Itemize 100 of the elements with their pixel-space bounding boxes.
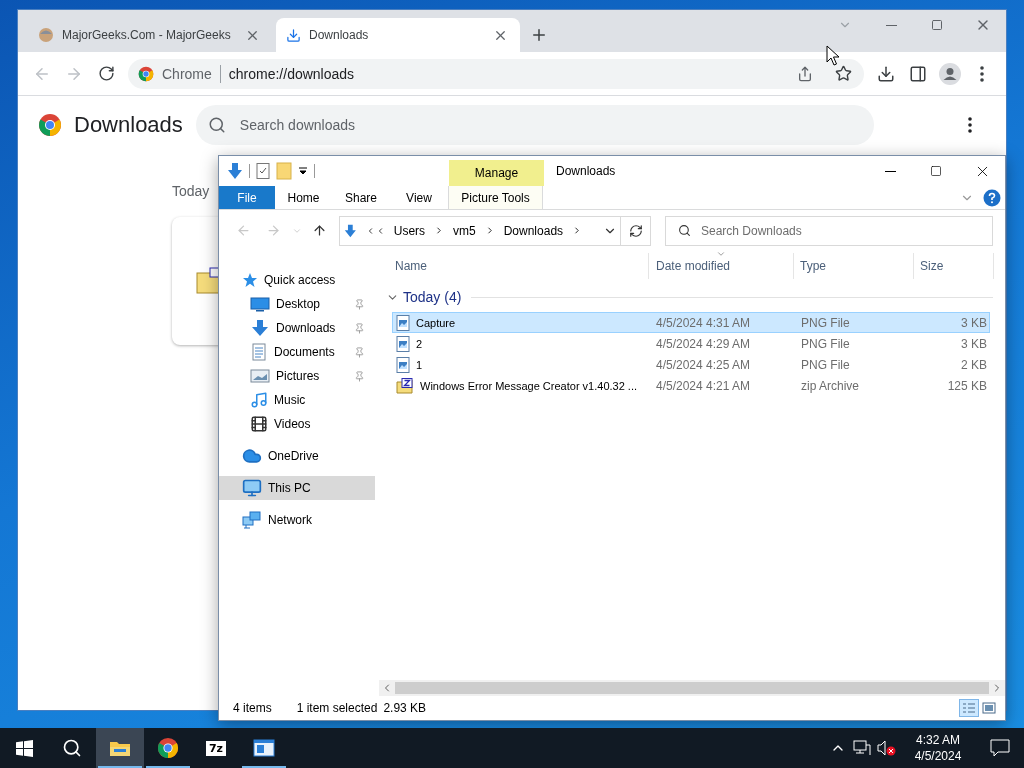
page-title: Downloads	[74, 112, 183, 138]
browser-tab[interactable]: Downloads	[276, 18, 520, 52]
size-cell-text: 3 KB	[960, 315, 987, 330]
zip-file-icon	[396, 377, 414, 394]
maximize-icon	[930, 165, 942, 177]
file-row[interactable]: Capture 4/5/2024 4:31 AM PNG File 3 KB	[392, 312, 990, 333]
menu-icon	[968, 117, 972, 133]
date-cell-text: 4/5/2024 4:31 AM	[655, 315, 752, 330]
address-bar[interactable]: Users vm5 Downloads	[339, 215, 621, 246]
file-name: Windows Error Message Creator v1.40.32 ...	[420, 379, 638, 392]
windows-logo-icon	[15, 739, 33, 757]
download-arrow-icon	[344, 222, 357, 239]
nav-item[interactable]: Downloads	[219, 316, 375, 340]
address-bar[interactable]: Chrome chrome://downloads	[128, 58, 864, 89]
avatar-icon	[939, 62, 961, 85]
nav-item[interactable]: This PC	[219, 476, 375, 500]
nav-item[interactable]: Quick access	[219, 268, 375, 292]
column-header[interactable]: Name	[379, 253, 649, 279]
details-view-icon	[962, 702, 976, 714]
plus-icon	[530, 26, 548, 44]
cloud-icon	[242, 446, 262, 466]
type-cell-text: PNG File	[800, 336, 851, 351]
search-field[interactable]: Search Downloads	[665, 215, 993, 246]
folder-icon	[109, 739, 131, 757]
nav-item[interactable]: Documents	[219, 340, 375, 364]
ribbon-tab[interactable]: Share	[332, 186, 390, 209]
column-header[interactable]: Date modified	[649, 253, 794, 279]
date-cell-text: 4/5/2024 4:29 AM	[655, 336, 752, 351]
ribbon-tab[interactable]: Home	[275, 186, 332, 209]
minimize-icon	[884, 170, 896, 172]
site-label: Chrome	[162, 65, 212, 82]
menu-icon	[980, 65, 984, 82]
minimize-icon	[885, 24, 897, 26]
chrome-logo-icon	[138, 65, 154, 82]
size-cell-text: 3 KB	[960, 336, 987, 351]
nav-item[interactable]: Desktop	[219, 292, 375, 316]
star-icon	[242, 272, 258, 288]
download-icon	[877, 64, 895, 83]
app-window-icon	[253, 739, 275, 757]
url-text: chrome://downloads	[228, 65, 356, 82]
image-file-icon	[396, 314, 410, 331]
search-icon	[678, 224, 691, 237]
column-header[interactable]: Size	[914, 253, 994, 279]
file-name: 1	[416, 358, 423, 371]
selection-size: 2.93 KB	[383, 701, 427, 715]
archiver-button[interactable]: 7z	[192, 728, 240, 768]
chrome-logo-icon	[38, 113, 62, 137]
chevron-icon	[572, 225, 582, 236]
film-icon	[250, 415, 268, 433]
ribbon-tab[interactable]: File	[219, 186, 275, 209]
nav-item[interactable]: OneDrive	[219, 444, 375, 468]
nav-item[interactable]: Videos	[219, 412, 375, 436]
network-icon	[853, 740, 871, 756]
dropdown-icon[interactable]	[298, 166, 308, 176]
search-icon	[207, 116, 226, 134]
file-explorer-button[interactable]	[96, 728, 144, 768]
download-arrow-icon[interactable]	[227, 162, 243, 180]
refresh-button[interactable]	[621, 215, 651, 246]
type-cell-text: PNG File	[800, 315, 851, 330]
search-icon	[62, 738, 82, 758]
forward-arrow-icon	[265, 223, 281, 238]
size-cell-text: 125 KB	[946, 378, 987, 393]
refresh-icon	[628, 223, 643, 238]
image-file-icon	[396, 356, 410, 373]
large-icons-view-button[interactable]	[979, 699, 999, 717]
file-row[interactable]: Windows Error Message Creator v1.40.32 ... 4/5/2024 4:21 AM zip Archive 125 KB	[392, 375, 990, 396]
ribbon-tab[interactable]: Picture Tools	[448, 186, 543, 209]
mouse-pointer-icon	[826, 45, 840, 67]
breadcrumb-item[interactable]: vm5	[453, 223, 476, 238]
column-header[interactable]: Type	[794, 253, 914, 279]
download-arrow-icon	[250, 319, 270, 337]
nav-item[interactable]: Pictures	[219, 364, 375, 388]
share-icon	[797, 65, 813, 82]
computer-icon	[242, 478, 262, 498]
type-cell-text: zip Archive	[800, 378, 861, 393]
search-field[interactable]: Search downloads	[195, 105, 874, 145]
section-label: Today	[172, 183, 210, 199]
group-header: Today (4)	[403, 289, 462, 305]
monitor-icon	[250, 296, 270, 312]
star-icon	[834, 65, 852, 82]
clock-button[interactable]: 4:32 AM 4/5/2024	[900, 728, 976, 768]
nav-item[interactable]: Music	[219, 388, 375, 412]
breadcrumb-item[interactable]: Users	[393, 223, 426, 238]
properties-icon[interactable]	[256, 163, 270, 179]
browser-tab[interactable]: MajorGeeks.Com - MajorGeeks	[28, 18, 272, 52]
window-title: Downloads	[556, 164, 616, 178]
file-row[interactable]: 2 4/5/2024 4:29 AM PNG File 3 KB	[392, 333, 990, 354]
nav-item[interactable]: Network	[219, 508, 375, 532]
type-cell-text: PNG File	[800, 357, 851, 372]
document-icon	[250, 343, 268, 361]
chrome-logo-icon	[157, 737, 179, 759]
reload-icon	[97, 65, 115, 82]
date-cell-text: 4/5/2024 4:21 AM	[655, 378, 752, 393]
file-row[interactable]: 1 4/5/2024 4:25 AM PNG File 2 KB	[392, 354, 990, 375]
help-icon[interactable]	[983, 189, 1001, 207]
item-count: 4 items	[233, 701, 272, 715]
ribbon-tab[interactable]: View	[390, 186, 448, 209]
breadcrumb-item[interactable]: Downloads	[503, 223, 564, 238]
large-icons-view-icon	[982, 702, 996, 714]
download-icon	[286, 27, 301, 43]
